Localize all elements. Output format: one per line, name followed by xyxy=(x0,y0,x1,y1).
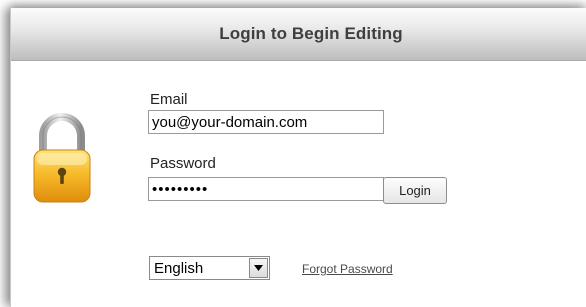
password-label: Password xyxy=(150,155,216,172)
login-dialog: Login to Begin Editing xyxy=(10,8,586,307)
dialog-title-bar: Login to Begin Editing xyxy=(11,8,586,61)
padlock-icon xyxy=(32,110,92,208)
login-button[interactable]: Login xyxy=(383,177,447,204)
email-field[interactable] xyxy=(148,110,384,134)
forgot-password-link[interactable]: Forgot Password xyxy=(302,262,393,276)
language-select[interactable]: English xyxy=(149,256,270,280)
password-field[interactable] xyxy=(148,177,384,201)
chevron-down-icon[interactable] xyxy=(249,258,268,278)
dialog-title: Login to Begin Editing xyxy=(219,24,403,43)
email-label: Email xyxy=(150,91,188,108)
language-selected-value: English xyxy=(154,259,204,277)
